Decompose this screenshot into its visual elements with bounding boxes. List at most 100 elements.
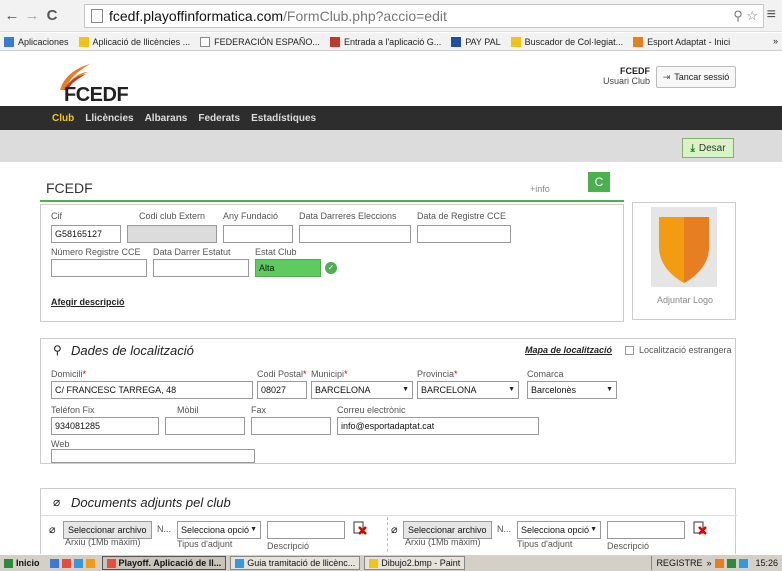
logo-caption: Adjuntar Logo [656, 295, 714, 305]
tray-more[interactable]: » [706, 558, 711, 568]
web-field[interactable] [51, 449, 255, 463]
taskbar-item[interactable]: Playoff. Aplicació de ll... [101, 556, 227, 570]
address-bar[interactable]: fcedf.playoffinformatica.com/FormClub.ph… [84, 4, 764, 28]
bookmark-item[interactable]: FEDERACIÓN ESPAÑO... [200, 36, 320, 47]
provincia-label: Provincia* [417, 369, 458, 379]
bookmarks-more[interactable]: » [773, 36, 778, 46]
folder-icon[interactable] [85, 558, 95, 568]
delete-doc-icon-2[interactable] [693, 521, 707, 535]
data-registre-label: Data de Registre CCE [417, 211, 507, 221]
taskbar-item-label: Playoff. Aplicació de ll... [118, 558, 222, 568]
apps-grid-icon [4, 36, 14, 47]
bookmark-label: PAY PAL [465, 36, 501, 47]
page-title: FCEDF [46, 180, 93, 196]
map-link[interactable]: Mapa de localització [525, 345, 612, 355]
tray-icon[interactable] [715, 558, 725, 568]
num-registre-field[interactable] [51, 259, 147, 277]
tray-icon[interactable] [727, 558, 737, 568]
file-name-2: N... [497, 524, 512, 534]
correu-field[interactable]: info@esportadaptat.cat [337, 417, 539, 435]
save-button[interactable]: ⤓ Desar [682, 138, 734, 158]
divider [41, 515, 737, 516]
comarca-label: Comarca [527, 369, 564, 379]
chrome-icon [106, 558, 116, 568]
map-marker-icon: ⚲ [53, 343, 62, 357]
delete-doc-icon[interactable] [353, 521, 367, 535]
download-icon: ⤓ [690, 142, 695, 154]
club-badge[interactable]: C [588, 172, 610, 192]
paperclip-icon: ⌀ [391, 524, 398, 536]
fax-field[interactable] [251, 417, 331, 435]
foreign-label: Localització estrangera [639, 345, 732, 355]
quicklaunch-icon[interactable] [49, 558, 59, 568]
domicili-label: Domicili* [51, 369, 87, 379]
codi-postal-field[interactable]: 08027 [257, 381, 307, 399]
paperclip-icon: ⌀ [49, 524, 56, 536]
logout-label: Tancar sessió [674, 72, 730, 82]
provincia-select[interactable]: BARCELONA [417, 381, 519, 399]
paint-icon [369, 558, 379, 568]
domicili-field[interactable]: C/ FRANCESC TARREGA, 48 [51, 381, 253, 399]
taskbar-item[interactable]: Guia tramitació de llicènc... [230, 556, 361, 570]
data-registre-field[interactable] [417, 225, 511, 243]
shield-icon [659, 217, 709, 283]
nav-item-estadistiques[interactable]: Estadístiques [251, 113, 316, 124]
file-name: N... [157, 524, 172, 534]
mobil-field[interactable] [165, 417, 245, 435]
fcedf-logo[interactable]: FCEDF [52, 62, 142, 106]
data-eleccions-label: Data Darreres Eleccions [299, 211, 397, 221]
logout-button[interactable]: ⇥ Tancar sessió [656, 66, 736, 88]
action-toolbar: ⤓ Desar [0, 130, 782, 162]
club-data-panel: Cif G58165127 Codi club Extern Any Funda… [40, 204, 624, 322]
nav-item-club[interactable]: Club [52, 113, 74, 124]
logo-text: FCEDF [64, 84, 129, 106]
bookmarks-bar: Aplicaciones Aplicació de llicències ...… [0, 33, 782, 51]
browser-menu-icon[interactable]: ≡ [767, 6, 776, 24]
num-registre-label: Número Registre CCE [51, 247, 141, 257]
bookmark-item[interactable]: Esport Adaptat - Inici [633, 36, 730, 47]
reload-icon[interactable]: C [42, 7, 62, 24]
taskbar-item-label: Guia tramitació de llicènc... [247, 558, 356, 568]
zoom-star-icons[interactable]: ⚲ ☆ [733, 8, 758, 24]
logo-upload-panel[interactable]: Adjuntar Logo [632, 202, 736, 320]
any-fundacio-label: Any Fundació [223, 211, 279, 221]
ie-icon[interactable] [73, 558, 83, 568]
tray-icon[interactable] [739, 558, 749, 568]
nav-item-federats[interactable]: Federats [198, 113, 240, 124]
doc-type-select-2[interactable]: Selecciona opció [517, 521, 601, 539]
doc-description-field[interactable] [267, 521, 345, 539]
info-link[interactable]: +info [530, 184, 550, 194]
paperclip-icon: ⌀ [53, 495, 61, 509]
url-path: /FormClub.php?accio=edit [283, 8, 447, 24]
foreign-checkbox[interactable] [625, 346, 634, 355]
bookmark-item[interactable]: Entrada a l'aplicació G... [329, 36, 441, 47]
any-fundacio-field[interactable] [223, 225, 293, 243]
logo-placeholder [651, 207, 717, 287]
correu-label: Correu electrònic [337, 405, 406, 415]
municipi-select[interactable]: BARCELONA [311, 381, 413, 399]
doc-description-field-2[interactable] [607, 521, 685, 539]
comarca-select[interactable]: Barcelonès [527, 381, 617, 399]
back-arrow-icon[interactable]: ← [2, 7, 22, 24]
documents-title: Documents adjunts pel club [71, 495, 231, 510]
taskbar-item-label: Dibujo2.bmp - Paint [381, 558, 461, 568]
bookmark-label: FEDERACIÓN ESPAÑO... [214, 36, 320, 47]
taskbar-item[interactable]: Dibujo2.bmp - Paint [364, 556, 466, 570]
chrome-icon[interactable] [61, 558, 71, 568]
doc-type-select[interactable]: Selecciona opció [177, 521, 261, 539]
start-button[interactable]: Inicio [0, 558, 44, 568]
telefon-label: Teléfon Fix [51, 405, 95, 415]
bookmark-item[interactable]: Aplicació de llicències ... [78, 36, 190, 47]
bookmark-item[interactable]: Aplicaciones [4, 36, 69, 47]
nav-item-albarans[interactable]: Albarans [145, 113, 188, 124]
cif-field[interactable]: G58165127 [51, 225, 121, 243]
user-name: FCEDF [620, 66, 650, 76]
add-description-link[interactable]: Afegir descripció [51, 297, 125, 307]
data-eleccions-field[interactable] [299, 225, 411, 243]
forward-arrow-icon[interactable]: → [22, 7, 42, 24]
data-estatut-field[interactable] [153, 259, 249, 277]
bookmark-item[interactable]: Buscador de Col·legiat... [510, 36, 623, 47]
nav-item-llicencies[interactable]: Llicències [85, 113, 133, 124]
bookmark-item[interactable]: PAY PAL [451, 36, 501, 47]
telefon-field[interactable]: 934081285 [51, 417, 159, 435]
